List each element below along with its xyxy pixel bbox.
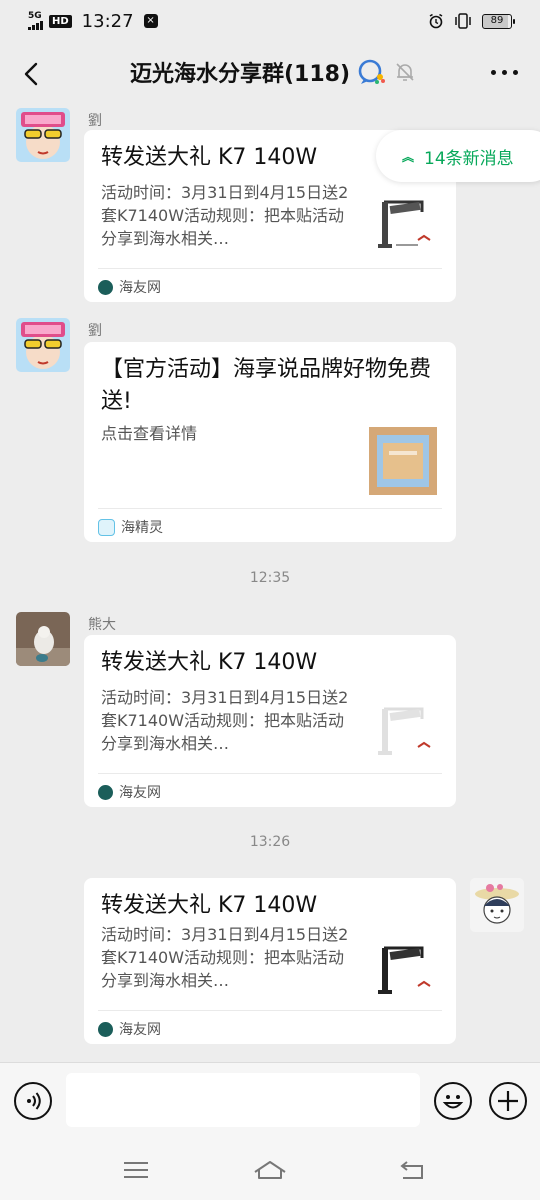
source-name: 海精灵 — [121, 520, 163, 536]
avatar[interactable] — [16, 108, 70, 162]
more-icon[interactable] — [491, 70, 518, 75]
sender-name: 劉 — [88, 323, 102, 339]
back-arrow-icon[interactable] — [14, 56, 50, 92]
card-divider — [98, 268, 442, 269]
source-logo-icon — [98, 784, 113, 800]
card-source: 海精灵 — [98, 517, 163, 537]
card-title: 【官方活动】海享说品牌好物免费送! — [101, 357, 432, 414]
message-input[interactable] — [66, 1073, 420, 1127]
signal-indicator: 5G — [28, 12, 43, 30]
signal-bars-icon — [28, 21, 43, 30]
card-description: 活动时间：3月31日到4月15日送2套K7140W活动规则：把本贴活动分享到海水… — [101, 688, 349, 753]
mute-bell-icon — [396, 63, 414, 81]
timestamp: 12:35 — [249, 570, 291, 586]
card-title: 转发送大礼 K7 140W — [101, 650, 318, 675]
my-avatar[interactable] — [470, 878, 524, 932]
source-logo-icon — [98, 518, 115, 536]
chat-title-group[interactable]: 迈光海水分享群(118) — [130, 56, 416, 88]
link-card[interactable]: 转发送大礼 K7 140W 活动时间：3月31日到4月15日送2套K7140W活… — [84, 635, 456, 807]
sender-name: 劉 — [88, 113, 102, 129]
system-nav-bar — [0, 1140, 540, 1200]
voice-icon[interactable] — [14, 1082, 52, 1120]
new-messages-label: 14条新消息 — [424, 148, 514, 169]
double-up-arrow-icon: ︽ — [402, 149, 415, 164]
ai-chat-icon[interactable] — [356, 58, 388, 86]
timestamp: 13:26 — [249, 834, 291, 850]
source-name: 海友网 — [119, 280, 161, 296]
card-thumbnail — [374, 695, 442, 763]
status-time: 13:27 — [81, 10, 134, 32]
back-nav-icon[interactable] — [397, 1158, 427, 1182]
link-card[interactable]: 【官方活动】海享说品牌好物免费送! 点击查看详情 海精灵 — [84, 342, 456, 542]
input-bar — [0, 1062, 540, 1140]
emoji-icon[interactable] — [434, 1082, 472, 1120]
source-logo-icon — [98, 279, 113, 295]
hd-badge: HD — [49, 14, 72, 28]
card-source: 海友网 — [98, 1019, 161, 1039]
card-description: 点击查看详情 — [101, 424, 198, 443]
battery-icon: 89 — [482, 13, 515, 29]
card-divider — [98, 1010, 442, 1011]
card-divider — [98, 508, 442, 509]
card-source: 海友网 — [98, 277, 161, 297]
source-logo-icon — [98, 1021, 113, 1037]
link-card[interactable]: 转发送大礼 K7 140W 活动时间：3月31日到4月15日送2套K7140W活… — [84, 878, 456, 1044]
card-thumbnail — [374, 934, 442, 1002]
card-title: 转发送大礼 K7 140W — [101, 893, 318, 918]
new-messages-button[interactable]: ︽ 14条新消息 — [376, 130, 540, 182]
card-source: 海友网 — [98, 782, 161, 802]
plus-icon[interactable] — [489, 1082, 527, 1120]
home-icon[interactable] — [252, 1158, 288, 1182]
alarm-icon — [429, 13, 443, 29]
avatar[interactable] — [16, 612, 70, 666]
sender-name: 熊大 — [88, 617, 116, 633]
menu-icon[interactable] — [121, 1158, 151, 1182]
chat-title: 迈光海水分享群(118) — [130, 62, 351, 87]
avatar[interactable] — [16, 318, 70, 372]
card-divider — [98, 773, 442, 774]
card-title: 转发送大礼 K7 140W — [101, 145, 318, 170]
source-name: 海友网 — [119, 785, 161, 801]
card-thumbnail — [374, 188, 442, 256]
card-description: 活动时间：3月31日到4月15日送2套K7140W活动规则：把本贴活动分享到海水… — [101, 925, 349, 990]
source-name: 海友网 — [119, 1022, 161, 1038]
chat-header: 迈光海水分享群(118) — [0, 42, 540, 106]
notification-app-icon: × — [143, 14, 158, 28]
status-bar: 5G HD 13:27 × 89 — [0, 0, 540, 42]
vibrate-icon — [455, 13, 471, 29]
card-description: 活动时间：3月31日到4月15日送2套K7140W活动规则：把本贴活动分享到海水… — [101, 183, 349, 248]
card-thumbnail — [369, 427, 437, 495]
network-type: 5G — [28, 11, 42, 21]
